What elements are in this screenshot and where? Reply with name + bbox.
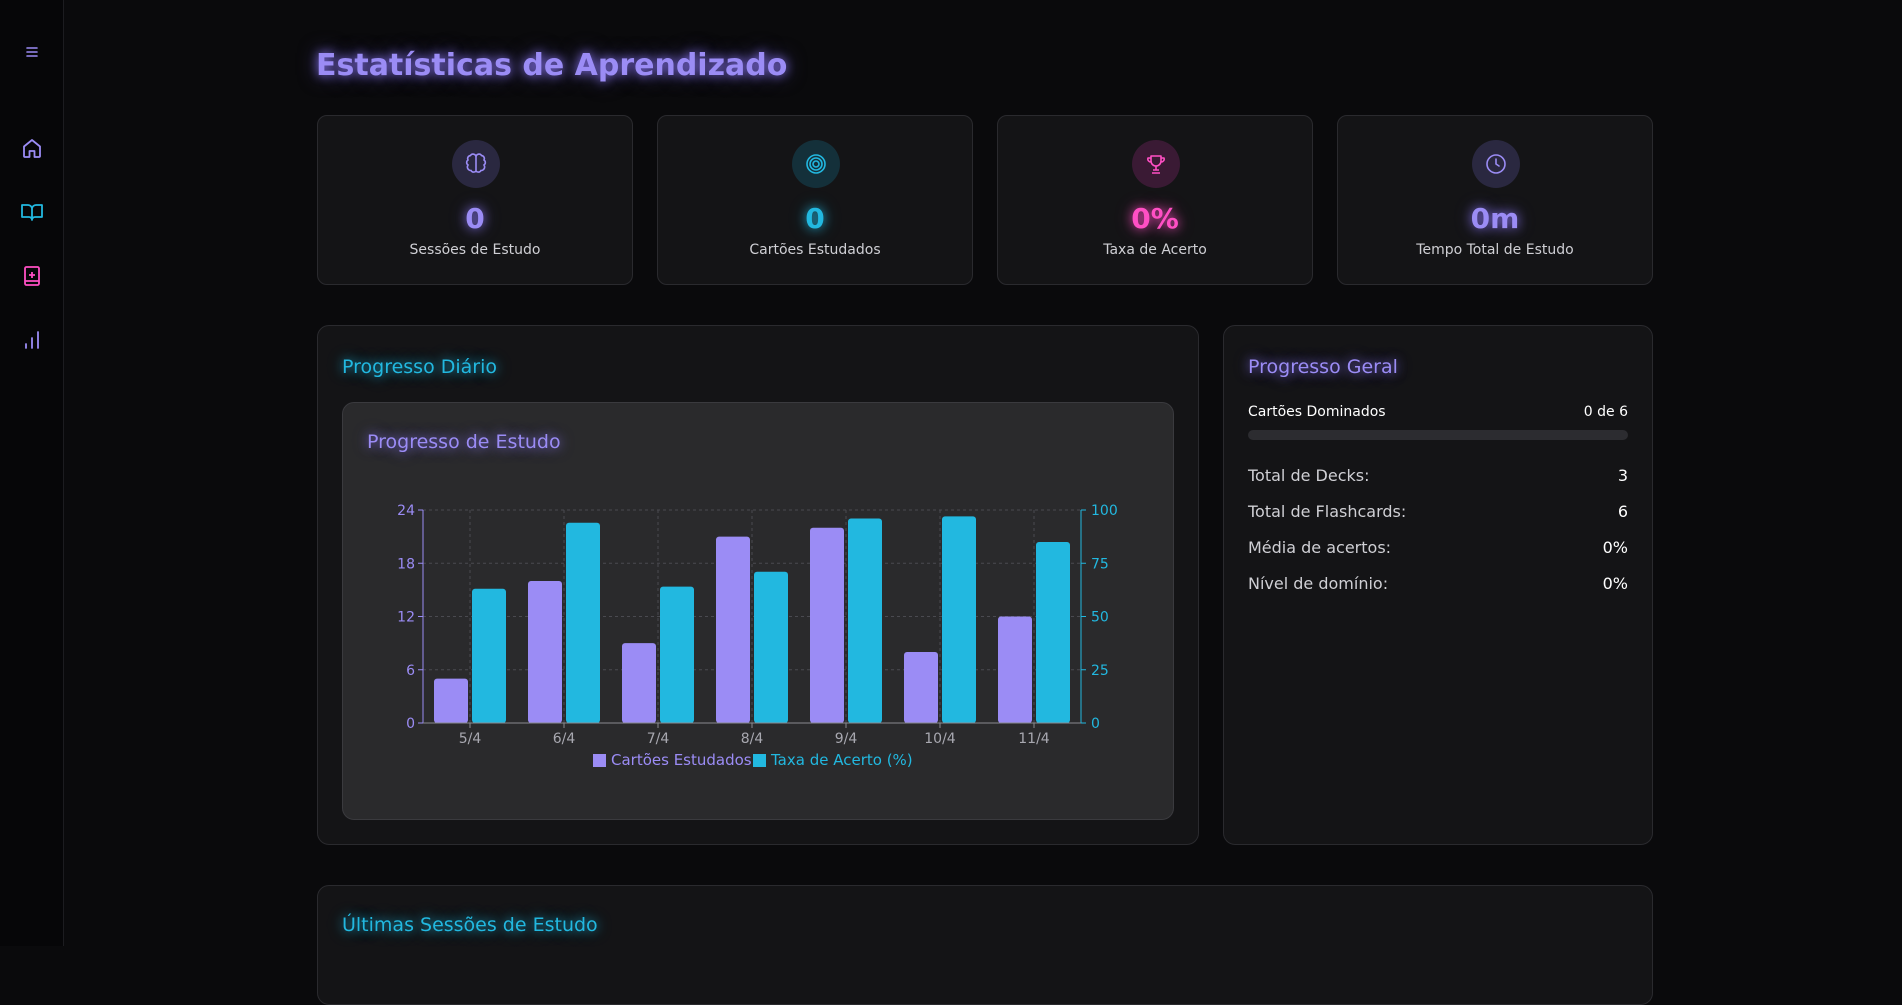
- bar-accuracy: [848, 518, 882, 723]
- open-book-icon: [21, 204, 43, 221]
- daily-progress-panel: Progresso Diário Progresso de Estudo 061…: [317, 325, 1199, 845]
- x-tick-label: 8/4: [741, 731, 764, 747]
- home-icon: [23, 139, 41, 158]
- y-right-tick-label: 0: [1091, 716, 1100, 732]
- stat-icon-wrap: [792, 140, 840, 188]
- nav-statistics[interactable]: [16, 324, 48, 356]
- stat-icon-wrap: [1472, 140, 1520, 188]
- mastered-value: 0 de 6: [1583, 404, 1628, 420]
- stat-card-time: 0m Tempo Total de Estudo: [1337, 115, 1653, 285]
- overall-progress-panel: Progresso Geral Cartões Dominados 0 de 6…: [1223, 325, 1653, 845]
- bar-accuracy: [660, 586, 694, 723]
- x-tick-label: 7/4: [647, 731, 670, 747]
- legend-swatch-accuracy: [753, 754, 766, 767]
- row-label: Média de acertos:: [1248, 538, 1392, 557]
- main-content: Estatísticas de Aprendizado 0 Sessões de…: [64, 0, 1902, 1005]
- nav-home[interactable]: [16, 132, 48, 164]
- legend-label-accuracy: Taxa de Acerto (%): [770, 751, 913, 769]
- stat-label: Sessões de Estudo: [409, 242, 541, 258]
- daily-progress-title: Progresso Diário: [342, 356, 498, 378]
- stat-row-average: Média de acertos: 0%: [1248, 538, 1628, 557]
- sidebar: [0, 0, 64, 946]
- row-label: Nível de domínio:: [1248, 574, 1389, 593]
- stat-label: Taxa de Acerto: [1103, 242, 1207, 258]
- bar-cards-studied: [904, 652, 938, 723]
- x-tick-label: 10/4: [924, 731, 956, 747]
- bar-cards-studied: [434, 678, 468, 723]
- stat-value: 0%: [1131, 202, 1179, 235]
- recent-sessions-panel: Últimas Sessões de Estudo: [317, 885, 1653, 1005]
- stat-icon-wrap: [1132, 140, 1180, 188]
- row-value: 0%: [1602, 538, 1628, 557]
- y-left-tick-label: 24: [397, 503, 415, 519]
- x-tick-label: 5/4: [459, 731, 482, 747]
- stat-card-accuracy: 0% Taxa de Acerto: [997, 115, 1313, 285]
- x-tick-label: 6/4: [553, 731, 576, 747]
- menu-toggle-button[interactable]: [16, 36, 48, 68]
- recent-sessions-title: Últimas Sessões de Estudo: [342, 914, 598, 936]
- bar-cards-studied: [528, 581, 562, 723]
- nav-study[interactable]: [16, 196, 48, 228]
- page-title: Estatísticas de Aprendizado: [316, 48, 788, 83]
- x-tick-label: 9/4: [835, 731, 858, 747]
- stat-icon-wrap: [452, 140, 500, 188]
- bar-chart: 0 6 12 18 24 0 25 50 75 100 5/4 6/4 7/4 8/4 9/4 10/4 11/…: [397, 503, 1118, 769]
- y-right-tick-label: 25: [1091, 663, 1109, 679]
- mastered-label: Cartões Dominados: [1248, 404, 1386, 420]
- y-left-tick-label: 12: [397, 610, 415, 626]
- y-left-tick-label: 0: [406, 716, 415, 732]
- brain-icon: [465, 153, 487, 173]
- target-icon: [806, 154, 826, 174]
- stat-value: 0m: [1470, 202, 1520, 235]
- bar-accuracy: [566, 522, 600, 723]
- bar-accuracy: [472, 588, 506, 723]
- stat-label: Tempo Total de Estudo: [1416, 242, 1574, 258]
- y-right-tick-label: 100: [1091, 503, 1118, 519]
- bar-accuracy: [754, 571, 788, 723]
- stat-row-mastery: Nível de domínio: 0%: [1248, 574, 1628, 593]
- stat-value: 0: [805, 202, 825, 235]
- hamburger-icon: [26, 47, 38, 57]
- stat-card-sessions: 0 Sessões de Estudo: [317, 115, 633, 285]
- x-tick-label: 11/4: [1018, 731, 1050, 747]
- bar-chart-icon: [25, 331, 39, 349]
- bar-cards-studied: [810, 527, 844, 723]
- legend-swatch-cards: [593, 754, 606, 767]
- stat-value: 0: [465, 202, 485, 235]
- chart-card: Progresso de Estudo 0 6 12 18 24 0 25 50 75 100 5/…: [342, 402, 1174, 820]
- y-right-tick-label: 50: [1091, 610, 1109, 626]
- trophy-icon: [1147, 155, 1165, 174]
- mastered-row: Cartões Dominados 0 de 6: [1248, 404, 1628, 420]
- bar-cards-studied: [716, 536, 750, 723]
- mastered-progress-bar: [1248, 430, 1628, 440]
- row-value: 6: [1617, 502, 1628, 521]
- y-right-tick-label: 75: [1091, 556, 1109, 572]
- stat-card-cards: 0 Cartões Estudados: [657, 115, 973, 285]
- stat-row-decks: Total de Decks: 3: [1248, 466, 1628, 485]
- book-plus-icon: [24, 266, 40, 286]
- bar-cards-studied: [622, 643, 656, 723]
- bar-accuracy: [1036, 541, 1070, 723]
- clock-icon: [1486, 154, 1506, 174]
- stat-label: Cartões Estudados: [749, 242, 881, 258]
- nav-create-deck[interactable]: [16, 260, 48, 292]
- bar-accuracy: [942, 516, 976, 723]
- row-value: 3: [1617, 466, 1628, 485]
- row-label: Total de Decks:: [1248, 466, 1370, 485]
- row-value: 0%: [1602, 574, 1628, 593]
- legend-label-cards: Cartões Estudados: [611, 751, 752, 769]
- row-label: Total de Flashcards:: [1248, 502, 1407, 521]
- overall-progress-title: Progresso Geral: [1248, 356, 1398, 378]
- stat-row-flashcards: Total de Flashcards: 6: [1248, 502, 1628, 521]
- bar-cards-studied: [998, 616, 1032, 723]
- y-left-tick-label: 18: [397, 556, 415, 572]
- y-left-tick-label: 6: [406, 663, 415, 679]
